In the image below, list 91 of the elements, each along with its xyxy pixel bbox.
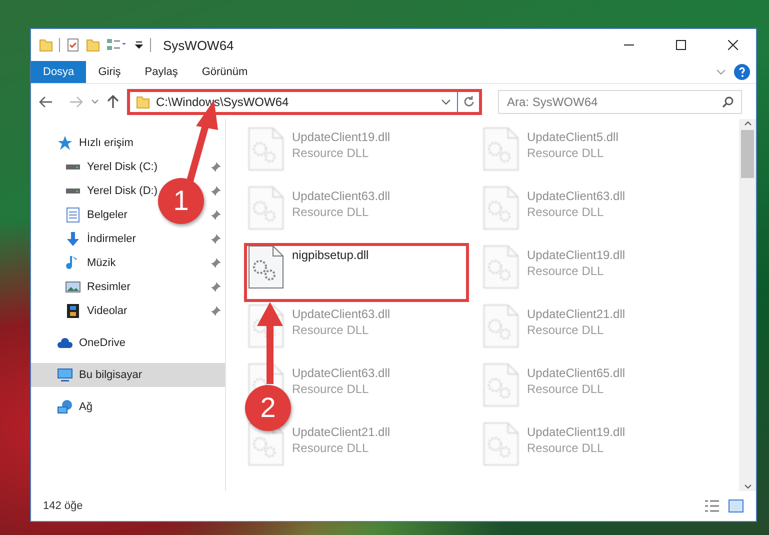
sidebar-item[interactable]: Yerel Disk (C:) [87, 161, 158, 173]
ribbon-tab[interactable]: Giriş [86, 61, 133, 83]
file-type: Resource DLL [292, 146, 370, 160]
pin-icon[interactable] [211, 282, 221, 292]
address-bar[interactable]: C:\Windows\SysWOW64 [127, 88, 482, 114]
file-name: UpdateClient19.dll [292, 130, 390, 144]
pin-icon[interactable] [211, 210, 221, 220]
picture-icon [65, 279, 81, 295]
tiles-view-icon[interactable] [728, 499, 744, 513]
sidebar-item[interactable]: Ağ [79, 401, 92, 413]
down-arrow-icon [65, 231, 81, 247]
file-name: UpdateClient63.dll [292, 189, 390, 203]
file-type: Resource DLL [527, 323, 605, 337]
file-type: Resource DLL [527, 205, 605, 219]
new-folder-icon[interactable] [86, 38, 100, 52]
folder-icon[interactable] [39, 38, 53, 52]
ribbon-tab[interactable]: Görünüm [190, 61, 260, 83]
network-icon [57, 399, 73, 415]
file-name: UpdateClient63.dll [527, 189, 626, 203]
window-title: SysWOW64 [163, 38, 235, 52]
drive-icon [65, 164, 81, 170]
file-name: UpdateClient19.dll [527, 425, 626, 439]
monitor-icon [57, 367, 73, 383]
pin-icon[interactable] [211, 234, 221, 244]
gear-file-icon [483, 363, 519, 407]
sidebar-item[interactable]: OneDrive [79, 337, 126, 349]
properties-icon[interactable] [66, 38, 80, 52]
file-type: Resource DLL [292, 382, 370, 396]
search-icon [722, 96, 734, 108]
pin-icon[interactable] [211, 186, 221, 196]
recent-dropdown-button[interactable] [91, 98, 99, 104]
file-type: Resource DLL [527, 441, 605, 455]
maximize-icon [676, 40, 686, 50]
back-button[interactable] [39, 96, 53, 108]
file-name: UpdateClient21.dll [292, 425, 390, 439]
file-name: UpdateClient63.dll [292, 307, 390, 321]
gear-file-icon [483, 245, 519, 289]
item-count: 142 öğe [43, 500, 84, 512]
sidebar-item[interactable]: Müzik [87, 257, 116, 269]
file-name: UpdateClient65.dll [527, 366, 626, 380]
star-icon [57, 135, 73, 151]
scroll-up-icon[interactable] [744, 121, 752, 126]
gear-file-icon [483, 127, 519, 171]
up-button[interactable] [107, 94, 119, 108]
details-view-icon[interactable] [704, 499, 720, 513]
file-type: Resource DLL [292, 205, 370, 219]
sidebar-item[interactable]: İndirmeler [87, 233, 136, 245]
gear-file-icon [248, 127, 284, 171]
pin-icon[interactable] [211, 306, 221, 316]
cloud-icon [57, 335, 73, 351]
chevron-down-icon[interactable] [441, 98, 451, 104]
scrollbar[interactable] [739, 119, 756, 491]
gear-file-icon [483, 186, 519, 230]
dropdown-icon[interactable] [134, 40, 144, 50]
sidebar-item[interactable]: Resimler [87, 281, 130, 293]
gear-file-icon [483, 422, 519, 466]
forward-button[interactable] [69, 96, 83, 108]
scrollbar-thumb[interactable] [741, 130, 754, 178]
gear-file-icon [248, 186, 284, 230]
file-type: Resource DLL [527, 146, 605, 160]
drive-icon [65, 188, 81, 194]
file-name: UpdateClient63.dll [292, 366, 390, 380]
file-name: UpdateClient21.dll [527, 307, 626, 321]
refresh-icon [462, 96, 474, 108]
gear-file-icon [248, 245, 284, 289]
file-name: UpdateClient5.dll [527, 130, 618, 144]
document-icon [65, 207, 81, 223]
search-field[interactable]: Ara: SysWOW64 [498, 90, 742, 114]
pin-icon[interactable] [211, 258, 221, 268]
highlighted-file-item[interactable]: nigpibsetup.dll [244, 243, 469, 302]
gear-file-icon [483, 304, 519, 348]
sidebar-item[interactable]: Belgeler [87, 209, 128, 221]
help-icon[interactable] [734, 64, 750, 80]
file-name: nigpibsetup.dll [292, 248, 369, 262]
sidebar-item[interactable]: Videolar [87, 305, 128, 317]
ribbon-tab[interactable]: Paylaş [132, 61, 190, 83]
close-icon [728, 40, 738, 50]
file-type: Resource DLL [292, 323, 370, 337]
pin-icon[interactable] [211, 162, 221, 172]
ribbon-tab[interactable]: Dosya [31, 61, 86, 83]
folder-icon [136, 94, 150, 108]
view-menu-icon[interactable] [106, 38, 128, 52]
sidebar-item[interactable]: Hızlı erişim [79, 137, 134, 149]
file-type: Resource DLL [292, 441, 370, 455]
file-type: Resource DLL [527, 264, 605, 278]
file-type: Resource DLL [527, 382, 605, 396]
scroll-down-icon[interactable] [744, 484, 752, 489]
sidebar-item[interactable]: Yerel Disk (D:) [87, 185, 158, 197]
film-icon [65, 303, 81, 319]
sidebar-item[interactable]: Bu bilgisayar [79, 369, 142, 381]
file-name: UpdateClient19.dll [527, 248, 626, 262]
